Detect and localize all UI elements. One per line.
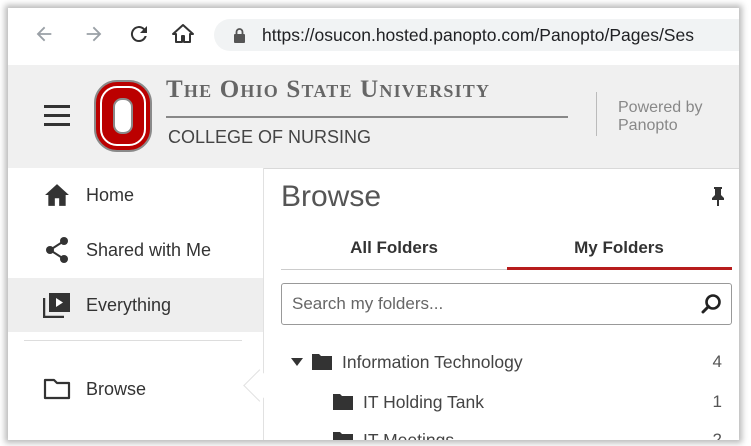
url-text: https://osucon.hosted.panopto.com/Panopt…	[262, 25, 694, 45]
header-divider	[596, 92, 597, 136]
tab-my-folders[interactable]: My Folders	[506, 228, 732, 270]
folder-search-box	[281, 283, 732, 325]
powered-by-line: Powered by	[618, 99, 703, 116]
sidebar-item-label: Everything	[86, 294, 172, 315]
folder-name: IT Holding Tank	[363, 392, 484, 412]
tab-all-folders[interactable]: All Folders	[281, 228, 507, 270]
folder-icon	[333, 432, 353, 440]
folder-count: 4	[712, 352, 722, 371]
sidebar-separator	[24, 340, 242, 341]
lock-icon	[234, 28, 245, 43]
sidebar-item-everything[interactable]: Everything	[8, 278, 263, 332]
folder-row[interactable]: IT Holding Tank 1	[281, 383, 732, 421]
folder-row[interactable]: IT Meetings 2	[281, 421, 732, 440]
sidebar-item-label: Browse	[86, 378, 147, 399]
address-bar[interactable]: https://osucon.hosted.panopto.com/Panopt…	[214, 19, 739, 51]
sidebar-item-home[interactable]: Home	[8, 168, 263, 222]
collapse-caret-icon[interactable]	[291, 358, 303, 366]
sidebar-item-browse[interactable]: Browse	[8, 362, 263, 416]
ohio-state-block-o-logo	[94, 80, 152, 152]
house-outline-icon	[172, 24, 194, 43]
video-library-icon	[42, 290, 72, 320]
browser-toolbar: https://osucon.hosted.panopto.com/Panopt…	[8, 8, 739, 65]
panel-title: Browse	[281, 180, 382, 213]
back-button[interactable]	[30, 20, 58, 48]
pin-icon[interactable]	[710, 186, 726, 206]
folder-count: 1	[712, 392, 722, 411]
powered-by-panopto: Powered by Panopto	[618, 99, 728, 135]
search-input[interactable]	[292, 284, 687, 324]
sidebar-item-shared-with-me[interactable]: Shared with Me	[8, 223, 263, 277]
folder-name: IT Meetings	[363, 430, 455, 440]
home-icon	[42, 180, 72, 210]
folder-outline-icon	[42, 374, 72, 404]
sidebar-item-label: Shared with Me	[86, 239, 212, 260]
app-header: The Ohio State University COLLEGE OF NUR…	[8, 65, 739, 169]
share-icon	[42, 235, 72, 265]
university-name: The Ohio State University	[166, 76, 491, 103]
menu-icon[interactable]	[44, 105, 70, 127]
sidebar-item-label: Home	[86, 184, 135, 205]
forward-arrow-icon	[86, 26, 102, 42]
folder-icon	[312, 354, 332, 370]
college-name: COLLEGE OF NURSING	[168, 127, 372, 147]
forward-button[interactable]	[80, 20, 108, 48]
search-icon[interactable]	[701, 293, 723, 315]
sidebar: Home Shared with Me Everything Browse	[8, 168, 276, 440]
folder-count: 2	[712, 430, 722, 440]
folder-name: Information Technology	[342, 352, 523, 372]
university-name-rule	[166, 116, 568, 118]
browse-panel: Browse All Folders My Folders Informatio…	[264, 168, 739, 440]
reload-button[interactable]	[125, 20, 153, 48]
panopto-line: Panopto	[618, 117, 678, 134]
active-tab-indicator	[507, 267, 732, 270]
back-arrow-icon	[36, 26, 52, 42]
reload-icon	[130, 26, 147, 43]
folder-icon	[333, 394, 353, 410]
window-frame: https://osucon.hosted.panopto.com/Panopt…	[8, 8, 739, 440]
home-page-button[interactable]	[169, 20, 197, 48]
folder-row[interactable]: Information Technology 4	[281, 343, 732, 381]
